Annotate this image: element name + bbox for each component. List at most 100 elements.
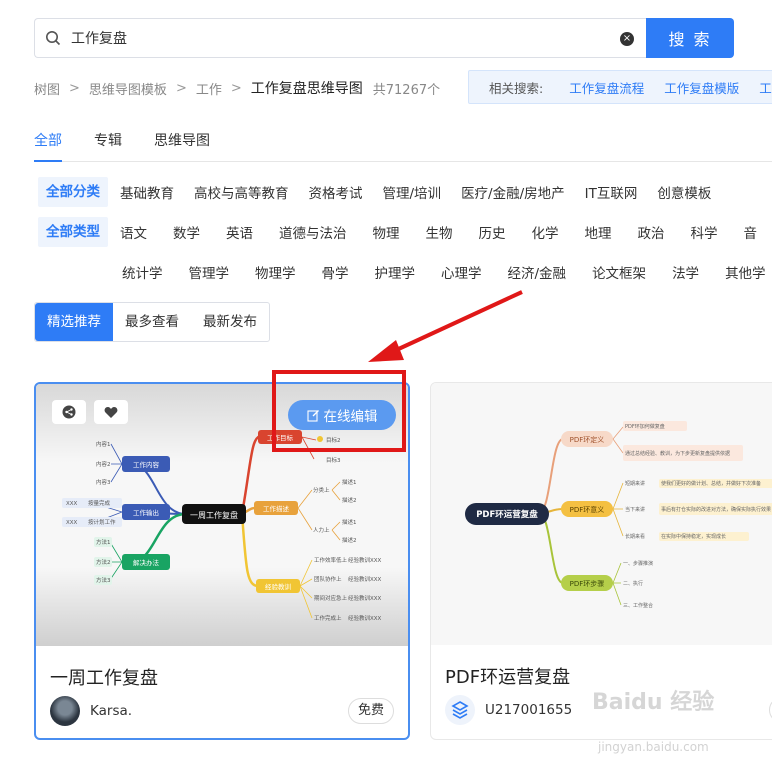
breadcrumb-item[interactable]: 工作 bbox=[196, 79, 222, 98]
sort-featured[interactable]: 精选推荐 bbox=[35, 303, 113, 341]
mindmap-leaf: 内容2 bbox=[96, 460, 111, 468]
mindmap-leaf: 描述2 bbox=[342, 496, 357, 504]
favorite-button[interactable] bbox=[94, 400, 128, 424]
highlight-box bbox=[272, 370, 406, 452]
mindmap-leaf: 目标3 bbox=[326, 456, 341, 464]
type-option[interactable]: 论文框架 bbox=[592, 262, 646, 282]
related-link[interactable]: 工作 bbox=[759, 78, 772, 97]
mindmap-branch: 工作输出 bbox=[133, 508, 159, 517]
mindmap-leaf-tag: 经验教训XXX bbox=[348, 556, 382, 564]
free-badge: 免费 bbox=[348, 698, 394, 724]
type-option[interactable]: 管理学 bbox=[189, 262, 230, 282]
related-link[interactable]: 工作复盘流程 bbox=[569, 78, 644, 97]
type-option[interactable]: 道德与法治 bbox=[279, 222, 347, 242]
mindmap-leaf: 通过总结经验、教训，为下步更新复盘提供依据 bbox=[625, 450, 730, 457]
heart-icon bbox=[104, 406, 118, 418]
mindmap-branch: 解决办法 bbox=[133, 558, 160, 567]
search-box[interactable]: × bbox=[34, 18, 646, 58]
card-author[interactable]: Karsa. bbox=[50, 696, 132, 726]
category-option[interactable]: 高校与高等教育 bbox=[194, 182, 289, 202]
type-option[interactable]: 物理学 bbox=[255, 262, 296, 282]
mindmap-leaf: 工作完成上 bbox=[314, 614, 342, 622]
tab-all[interactable]: 全部 bbox=[34, 128, 62, 162]
mindmap-leaf-tag: 按计划工作 bbox=[88, 518, 116, 526]
card-title[interactable]: 一周工作复盘 bbox=[50, 664, 158, 690]
type-filter: 全部类型 语文 数学 英语 道德与法治 物理 生物 历史 化学 地理 政治 科学… bbox=[38, 217, 757, 247]
mindmap-leaf: XXX bbox=[66, 520, 78, 526]
breadcrumb-current: 工作复盘思维导图 bbox=[250, 81, 363, 97]
type-option[interactable]: 数学 bbox=[173, 222, 200, 242]
type-option[interactable]: 经济/金融 bbox=[508, 262, 567, 282]
related-label: 相关搜索: bbox=[489, 80, 544, 96]
watermark-url: jingyan.baidu.com bbox=[598, 740, 709, 754]
type-all[interactable]: 全部类型 bbox=[38, 217, 108, 247]
mindmap-leaf: 二、执行 bbox=[623, 580, 643, 587]
mindmap-leaf: 一、步骤推演 bbox=[623, 560, 653, 567]
sort-toggle: 精选推荐 最多查看 最新发布 bbox=[34, 302, 270, 342]
mindmap-leaf-tag: 经验教训XXX bbox=[348, 575, 382, 583]
breadcrumb: 树图 > 思维导图模板 > 工作 > 工作复盘思维导图 共71267个 bbox=[34, 78, 440, 98]
mindmap-branch: 经验教训 bbox=[265, 582, 291, 591]
mindmap-leaf: 当下来讲 bbox=[625, 506, 645, 513]
avatar bbox=[445, 695, 475, 725]
category-option[interactable]: 医疗/金融/房地产 bbox=[461, 182, 565, 202]
category-option[interactable]: IT互联网 bbox=[585, 182, 638, 202]
sort-most-viewed[interactable]: 最多查看 bbox=[113, 303, 191, 341]
mindmap-leaf: 团队协作上 bbox=[314, 575, 342, 583]
category-option[interactable]: 管理/培训 bbox=[383, 182, 442, 202]
type-option[interactable]: 科学 bbox=[691, 222, 718, 242]
type-option[interactable]: 生物 bbox=[426, 222, 453, 242]
mindmap-leaf: 三、工作整合 bbox=[623, 602, 653, 609]
type-option[interactable]: 英语 bbox=[226, 222, 253, 242]
category-all[interactable]: 全部分类 bbox=[38, 177, 108, 207]
clear-icon[interactable]: × bbox=[620, 32, 634, 46]
sort-newest[interactable]: 最新发布 bbox=[191, 303, 269, 341]
mindmap-leaf: PDF环加何做复盘 bbox=[625, 423, 665, 430]
mindmap-branch: PDF环定义 bbox=[570, 435, 605, 444]
mindmap-branch: PDF环步骤 bbox=[570, 579, 605, 588]
search-input[interactable] bbox=[71, 27, 631, 49]
mindmap-leaf: 长期来看 bbox=[625, 533, 645, 540]
mindmap-leaf: 短期来讲 bbox=[625, 480, 645, 487]
mindmap-leaf: 内容1 bbox=[96, 440, 111, 448]
type-option[interactable]: 地理 bbox=[585, 222, 612, 242]
mindmap-leaf: 期间对应急上 bbox=[314, 594, 348, 602]
type-option[interactable]: 音 bbox=[744, 222, 758, 242]
mindmap-leaf-tag: 经验教训XXX bbox=[348, 614, 382, 622]
type-option[interactable]: 法学 bbox=[672, 262, 699, 282]
mindmap-branch: 工作内容 bbox=[133, 460, 160, 469]
mindmap-leaf: 方法3 bbox=[96, 576, 111, 584]
card-author[interactable]: U217001655 bbox=[445, 695, 572, 725]
type-option[interactable]: 物理 bbox=[373, 222, 400, 242]
mindmap-leaf: 人力上 bbox=[313, 526, 330, 534]
category-option[interactable]: 创意模板 bbox=[657, 182, 711, 202]
search-icon bbox=[46, 31, 61, 46]
type-option[interactable]: 统计学 bbox=[122, 262, 163, 282]
search-button[interactable]: 搜 索 bbox=[646, 18, 734, 58]
avatar bbox=[50, 696, 80, 726]
tab-mindmaps[interactable]: 思维导图 bbox=[154, 128, 210, 161]
type-filter-more: 统计学 管理学 物理学 骨学 护理学 心理学 经济/金融 论文框架 法学 其他学 bbox=[122, 257, 766, 287]
category-option[interactable]: 基础教育 bbox=[120, 182, 174, 202]
share-button[interactable] bbox=[52, 400, 86, 424]
type-option[interactable]: 政治 bbox=[638, 222, 665, 242]
type-option[interactable]: 化学 bbox=[532, 222, 559, 242]
card-title[interactable]: PDF环运营复盘 bbox=[445, 663, 570, 689]
type-option[interactable]: 护理学 bbox=[375, 262, 416, 282]
category-option[interactable]: 资格考试 bbox=[309, 182, 363, 202]
type-option[interactable]: 其他学 bbox=[725, 262, 766, 282]
mindmap-leaf: 分类上 bbox=[313, 486, 330, 494]
tab-albums[interactable]: 专辑 bbox=[94, 128, 122, 161]
author-name: Karsa. bbox=[90, 703, 133, 719]
breadcrumb-item[interactable]: 树图 bbox=[34, 79, 60, 98]
mindmap-thumbnail[interactable]: PDF环运营复盘 PDF环定义 PDF环意义 PDF环步骤 PDF环加何做复盘 … bbox=[431, 383, 772, 645]
share-icon bbox=[62, 405, 76, 419]
related-search: 相关搜索: 工作复盘流程 工作复盘模版 工作 bbox=[468, 70, 772, 104]
related-link[interactable]: 工作复盘模版 bbox=[664, 78, 739, 97]
breadcrumb-item[interactable]: 思维导图模板 bbox=[89, 79, 167, 98]
type-option[interactable]: 骨学 bbox=[322, 262, 349, 282]
author-name: U217001655 bbox=[485, 702, 573, 718]
type-option[interactable]: 心理学 bbox=[441, 262, 482, 282]
type-option[interactable]: 历史 bbox=[479, 222, 506, 242]
type-option[interactable]: 语文 bbox=[120, 222, 147, 242]
